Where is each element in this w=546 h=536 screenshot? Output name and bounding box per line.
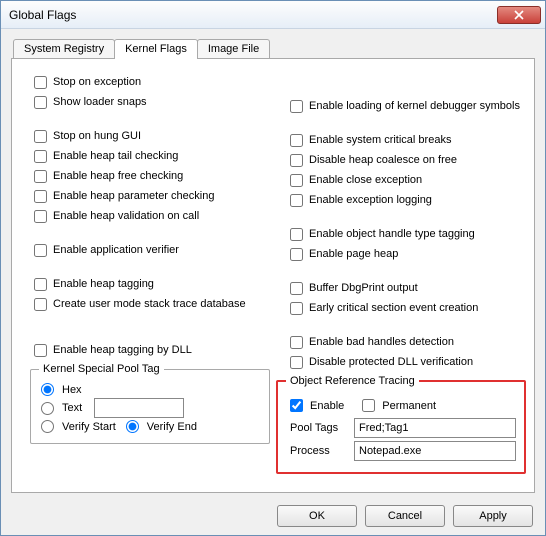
chk-create-user-mode-stack-trace-db[interactable] <box>34 298 47 311</box>
close-button[interactable] <box>497 6 541 24</box>
chk-stop-on-exception[interactable] <box>34 76 47 89</box>
chk-enable-loading-kernel-debugger-symbols[interactable] <box>290 100 303 113</box>
object-reference-tracing-legend: Object Reference Tracing <box>286 375 419 387</box>
kernel-special-pool-tag-group: Kernel Special Pool Tag Hex Text <box>30 363 270 444</box>
chk-enable-heap-validation-on-call[interactable] <box>34 210 47 223</box>
lbl-ort-enable: Enable <box>310 400 344 412</box>
lbl-process: Process <box>290 445 348 457</box>
titlebar: Global Flags <box>1 1 545 29</box>
kernel-flags-panel: Stop on exception Show loader snaps Stop… <box>11 58 535 493</box>
lbl-early-critical-section-event-creation: Early critical section event creation <box>309 302 478 314</box>
chk-enable-close-exception[interactable] <box>290 174 303 187</box>
radio-verify-start[interactable] <box>41 420 54 433</box>
lbl-enable-application-verifier: Enable application verifier <box>53 244 179 256</box>
chk-enable-system-critical-breaks[interactable] <box>290 134 303 147</box>
window-title: Global Flags <box>9 8 497 22</box>
lbl-hex: Hex <box>62 384 82 396</box>
lbl-text: Text <box>62 402 90 414</box>
lbl-disable-protected-dll-verification: Disable protected DLL verification <box>309 356 473 368</box>
chk-enable-exception-logging[interactable] <box>290 194 303 207</box>
close-icon <box>514 10 524 20</box>
lbl-disable-heap-coalesce-on-free: Disable heap coalesce on free <box>309 154 457 166</box>
kernel-special-pool-tag-legend: Kernel Special Pool Tag <box>39 363 164 375</box>
chk-enable-object-handle-type-tagging[interactable] <box>290 228 303 241</box>
lbl-stop-on-hung-gui: Stop on hung GUI <box>53 130 141 142</box>
chk-early-critical-section-event-creation[interactable] <box>290 302 303 315</box>
lbl-enable-close-exception: Enable close exception <box>309 174 422 186</box>
lbl-ort-permanent: Permanent <box>382 400 436 412</box>
lbl-enable-heap-tail-checking: Enable heap tail checking <box>53 150 178 162</box>
lbl-verify-end: Verify End <box>147 421 197 433</box>
object-reference-tracing-group: Object Reference Tracing Enable Permanen… <box>276 375 526 474</box>
chk-disable-heap-coalesce-on-free[interactable] <box>290 154 303 167</box>
lbl-buffer-dbgprint-output: Buffer DbgPrint output <box>309 282 418 294</box>
chk-enable-application-verifier[interactable] <box>34 244 47 257</box>
lbl-enable-object-handle-type-tagging: Enable object handle type tagging <box>309 228 475 240</box>
tab-kernel-flags[interactable]: Kernel Flags <box>114 39 198 59</box>
input-pool-tag-text[interactable] <box>94 398 184 418</box>
cancel-button[interactable]: Cancel <box>365 505 445 527</box>
lbl-enable-heap-tagging: Enable heap tagging <box>53 278 154 290</box>
lbl-show-loader-snaps: Show loader snaps <box>53 96 147 108</box>
chk-enable-heap-tail-checking[interactable] <box>34 150 47 163</box>
lbl-enable-heap-tagging-by-dll: Enable heap tagging by DLL <box>53 344 192 356</box>
lbl-enable-system-critical-breaks: Enable system critical breaks <box>309 134 451 146</box>
lbl-enable-bad-handles-detection: Enable bad handles detection <box>309 336 454 348</box>
radio-verify-end[interactable] <box>126 420 139 433</box>
chk-buffer-dbgprint-output[interactable] <box>290 282 303 295</box>
tab-system-registry[interactable]: System Registry <box>13 39 115 58</box>
lbl-enable-heap-free-checking: Enable heap free checking <box>53 170 183 182</box>
tab-image-file[interactable]: Image File <box>197 39 270 58</box>
lbl-enable-loading-kernel-debugger-symbols: Enable loading of kernel debugger symbol… <box>309 100 520 112</box>
chk-enable-page-heap[interactable] <box>290 248 303 261</box>
chk-stop-on-hung-gui[interactable] <box>34 130 47 143</box>
apply-button[interactable]: Apply <box>453 505 533 527</box>
chk-disable-protected-dll-verification[interactable] <box>290 356 303 369</box>
chk-enable-heap-parameter-checking[interactable] <box>34 190 47 203</box>
lbl-stop-on-exception: Stop on exception <box>53 76 141 88</box>
chk-enable-heap-free-checking[interactable] <box>34 170 47 183</box>
chk-enable-heap-tagging-by-dll[interactable] <box>34 344 47 357</box>
lbl-enable-exception-logging: Enable exception logging <box>309 194 432 206</box>
ok-button[interactable]: OK <box>277 505 357 527</box>
lbl-pool-tags: Pool Tags <box>290 422 348 434</box>
left-column: Stop on exception Show loader snaps Stop… <box>20 71 270 474</box>
chk-ort-permanent[interactable] <box>362 399 375 412</box>
lbl-enable-page-heap: Enable page heap <box>309 248 398 260</box>
lbl-verify-start: Verify Start <box>62 421 116 433</box>
dialog-button-bar: OK Cancel Apply <box>277 505 533 527</box>
lbl-enable-heap-validation-on-call: Enable heap validation on call <box>53 210 199 222</box>
input-pool-tags[interactable] <box>354 418 516 438</box>
chk-ort-enable[interactable] <box>290 399 303 412</box>
chk-enable-heap-tagging[interactable] <box>34 278 47 291</box>
chk-enable-bad-handles-detection[interactable] <box>290 336 303 349</box>
radio-text[interactable] <box>41 402 54 415</box>
radio-hex[interactable] <box>41 383 54 396</box>
client-area: System Registry Kernel Flags Image File … <box>1 29 545 503</box>
tab-row: System Registry Kernel Flags Image File <box>13 39 535 58</box>
input-process[interactable] <box>354 441 516 461</box>
tab-control: System Registry Kernel Flags Image File … <box>11 39 535 493</box>
lbl-create-user-mode-stack-trace-db: Create user mode stack trace database <box>53 298 246 310</box>
right-column: Enable loading of kernel debugger symbol… <box>276 71 526 474</box>
chk-show-loader-snaps[interactable] <box>34 96 47 109</box>
lbl-enable-heap-parameter-checking: Enable heap parameter checking <box>53 190 214 202</box>
global-flags-window: Global Flags System Registry Kernel Flag… <box>0 0 546 536</box>
